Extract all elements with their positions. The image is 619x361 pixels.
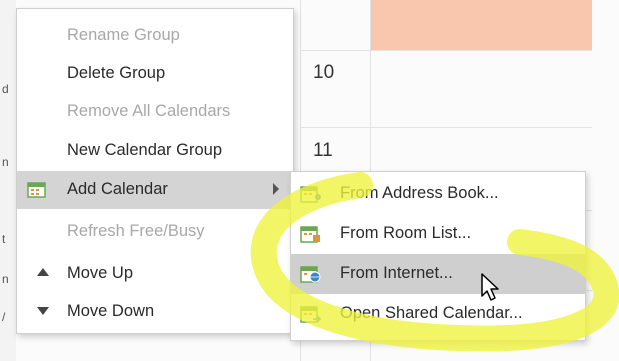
- menu-item-label: Move Up: [67, 264, 134, 282]
- submenu-item-from-room-list[interactable]: From Room List...: [291, 214, 585, 254]
- submenu-item-label: From Room List...: [340, 224, 472, 242]
- submenu-item-from-address-book[interactable]: From Address Book...: [291, 174, 585, 214]
- menu-item-remove-all-calendars[interactable]: Remove All Calendars: [17, 93, 293, 131]
- arrow-down-icon: [37, 307, 49, 315]
- truncated-text: n: [2, 272, 9, 286]
- submenu-item-from-internet[interactable]: From Internet...: [291, 254, 585, 294]
- hour-label: 11: [313, 140, 333, 161]
- internet-calendar-icon: [300, 266, 321, 283]
- truncated-text: /: [2, 310, 6, 324]
- truncated-text: d: [2, 82, 9, 96]
- menu-item-label: New Calendar Group: [67, 141, 222, 159]
- room-list-icon: [300, 226, 320, 243]
- menu-item-label: Remove All Calendars: [67, 102, 231, 120]
- mouse-pointer-icon: [481, 273, 499, 301]
- menu-item-label: Add Calendar: [67, 180, 168, 198]
- folder-pane-edge: d n t n /: [0, 0, 16, 361]
- submenu-item-label: Open Shared Calendar...: [340, 304, 523, 322]
- hour-label: 10: [313, 62, 335, 83]
- submenu-item-open-shared-calendar[interactable]: Open Shared Calendar...: [291, 294, 585, 334]
- menu-item-label: Delete Group: [67, 64, 166, 82]
- shared-calendar-icon: [300, 306, 322, 323]
- submenu-item-label: From Internet...: [340, 264, 453, 282]
- menu-item-delete-group[interactable]: Delete Group: [17, 55, 293, 93]
- menu-item-label: Move Down: [67, 302, 155, 320]
- menu-item-rename-group[interactable]: Rename Group: [17, 17, 293, 55]
- menu-item-move-up[interactable]: Move Up: [17, 255, 293, 293]
- menu-item-add-calendar[interactable]: Add Calendar: [17, 171, 293, 209]
- grid-line: [300, 127, 592, 128]
- add-calendar-submenu: From Address Book... From Room List... F…: [290, 171, 586, 341]
- menu-item-new-calendar-group[interactable]: New Calendar Group: [17, 132, 293, 170]
- menu-item-move-down[interactable]: Move Down: [17, 293, 293, 331]
- calendar-group-context-menu: Rename Group Delete Group Remove All Cal…: [16, 8, 294, 334]
- submenu-arrow-icon: [273, 183, 279, 195]
- menu-item-refresh-free-busy[interactable]: Refresh Free/Busy: [17, 213, 293, 251]
- grid-line: [300, 50, 592, 51]
- add-calendar-icon: [27, 182, 46, 198]
- truncated-text: t: [2, 232, 6, 246]
- menu-item-label: Refresh Free/Busy: [67, 222, 205, 240]
- menu-item-label: Rename Group: [67, 26, 180, 44]
- submenu-item-label: From Address Book...: [340, 184, 499, 202]
- address-book-icon: [300, 186, 321, 203]
- calendar-day-header: [370, 0, 592, 50]
- arrow-up-icon: [37, 268, 49, 276]
- truncated-text: n: [2, 155, 9, 169]
